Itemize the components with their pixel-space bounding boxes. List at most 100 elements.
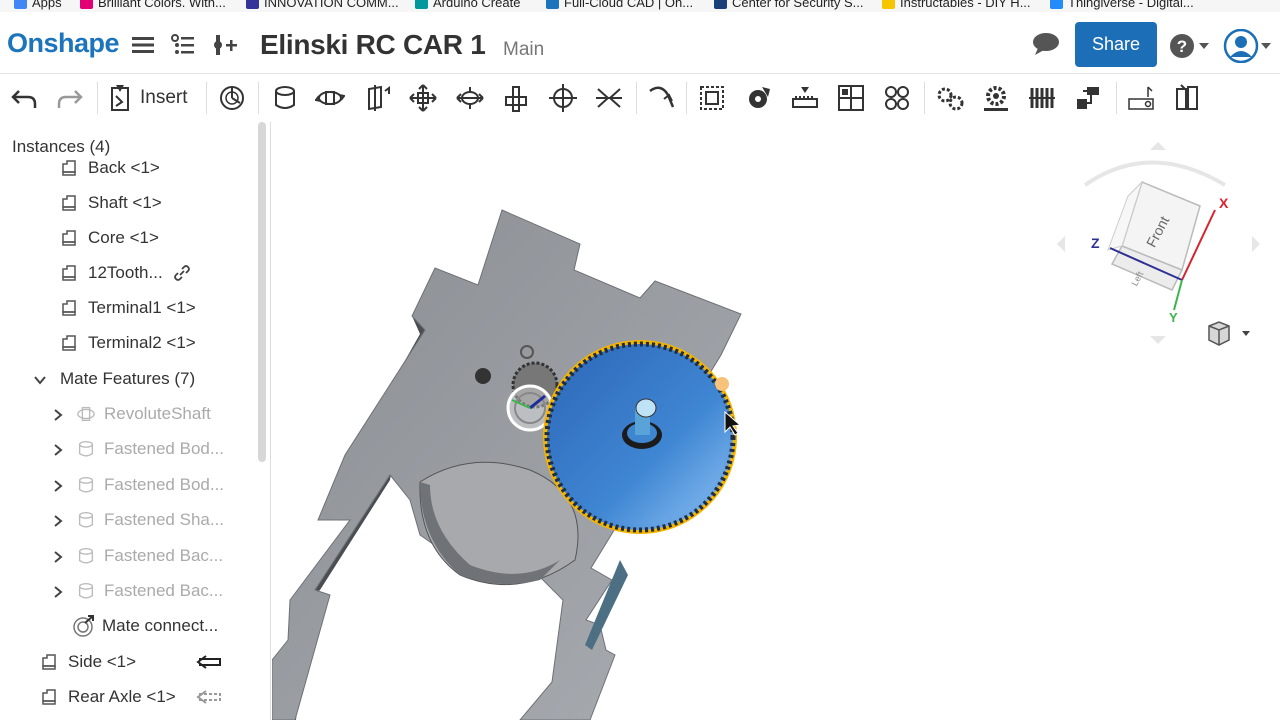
- chevron-right-icon[interactable]: [51, 478, 65, 498]
- section-view-icon[interactable]: [1170, 81, 1204, 115]
- pin-slot-mate-icon[interactable]: [499, 81, 533, 115]
- insert-arrow-icon[interactable]: [196, 654, 222, 675]
- gear-mate-icon[interactable]: [933, 81, 967, 115]
- group-icon[interactable]: [695, 81, 729, 115]
- tree-item[interactable]: Fastened Bod...: [54, 469, 224, 501]
- planar-mate-icon[interactable]: [406, 81, 440, 115]
- rotate-right-arrow-icon[interactable]: [1252, 236, 1260, 252]
- onshape-logo[interactable]: Onshape: [7, 28, 120, 59]
- rack-pinion-icon[interactable]: [788, 81, 822, 115]
- insert-button[interactable]: Insert: [108, 81, 188, 115]
- tree-item[interactable]: Fastened Bod...: [54, 433, 224, 465]
- bookmark-favicon-icon: [882, 0, 895, 9]
- tree-item-label: Mate connect...: [102, 616, 219, 635]
- link-icon[interactable]: [173, 264, 191, 282]
- bookmark-item[interactable]: Arduino Create: [415, 0, 520, 10]
- rollback-arrow-icon[interactable]: [196, 689, 222, 710]
- bookmark-item[interactable]: Full-Cloud CAD | On...: [546, 0, 693, 10]
- feature-list-icon[interactable]: [170, 32, 196, 58]
- circular-pattern-icon[interactable]: [880, 81, 914, 115]
- measure-icon[interactable]: [1124, 81, 1158, 115]
- sidebar-scrollbar[interactable]: [258, 122, 266, 462]
- replicate-icon[interactable]: [1071, 81, 1105, 115]
- part-instance-icon: [60, 193, 80, 213]
- bookmark-label: Instructables - DIY H...: [900, 0, 1031, 10]
- rotate-left-arrow-icon[interactable]: [1057, 236, 1065, 252]
- toolbar-divider: [206, 82, 207, 114]
- rotate-down-arrow-icon[interactable]: [1150, 336, 1166, 344]
- branch-name[interactable]: Main: [503, 39, 544, 61]
- toolbar-divider: [636, 82, 637, 114]
- share-button[interactable]: Share: [1075, 22, 1157, 67]
- rotate-up-arrow-icon[interactable]: [1150, 142, 1166, 150]
- screw-mate-icon[interactable]: [979, 81, 1013, 115]
- tree-item[interactable]: Fastened Bac...: [54, 575, 223, 607]
- view-navigation-cube[interactable]: Front Left X Z Y: [1050, 140, 1265, 350]
- redo-icon[interactable]: [52, 81, 86, 115]
- tree-item-label: Fastened Sha...: [104, 510, 225, 529]
- tree-item[interactable]: RevoluteShaft: [54, 398, 211, 430]
- tree-item[interactable]: Back <1>: [60, 156, 160, 184]
- x-axis-label: X: [1219, 195, 1229, 211]
- tree-item[interactable]: Terminal2 <1>: [60, 327, 196, 359]
- tree-item[interactable]: Fastened Bac...: [54, 540, 223, 572]
- mate-connector-tool-icon[interactable]: [215, 81, 249, 115]
- gear-relation-icon[interactable]: [742, 81, 776, 115]
- part-instance-icon: [40, 652, 60, 672]
- bookmark-item[interactable]: Instructables - DIY H...: [882, 0, 1031, 10]
- user-avatar-icon[interactable]: [1223, 29, 1273, 63]
- document-title[interactable]: Elinski RC CAR 1: [260, 29, 486, 61]
- bookmark-item[interactable]: Brilliant Colors. With...: [80, 0, 226, 10]
- bookmark-item[interactable]: Center for Security S...: [714, 0, 864, 10]
- insert-icon: [111, 85, 129, 111]
- instances-header[interactable]: Instances (4): [12, 137, 110, 157]
- chevron-right-icon[interactable]: [51, 584, 65, 604]
- tangent-mate-icon[interactable]: [644, 81, 678, 115]
- bookmark-item[interactable]: Apps: [14, 0, 62, 10]
- slider-mate-icon[interactable]: [359, 81, 393, 115]
- chevron-right-icon[interactable]: [51, 549, 65, 569]
- fastened-mate-icon[interactable]: [268, 81, 302, 115]
- tree-item[interactable]: Rear Axle <1>: [40, 681, 221, 713]
- help-icon[interactable]: ?: [1169, 33, 1213, 59]
- chevron-right-icon[interactable]: [51, 442, 65, 462]
- comments-icon[interactable]: [1032, 32, 1060, 56]
- rotate-arc-icon[interactable]: [1083, 160, 1227, 187]
- tree-item[interactable]: Side <1>: [40, 646, 221, 678]
- tree-item[interactable]: Mate Features (7): [34, 363, 195, 395]
- bookmark-item[interactable]: INNOVATION COMM...: [246, 0, 399, 10]
- part-instance-icon: [60, 298, 80, 318]
- tree-item-label: Shaft <1>: [88, 193, 162, 212]
- tree-item[interactable]: Terminal1 <1>: [60, 292, 196, 324]
- bookmark-favicon-icon: [714, 0, 727, 9]
- part-instance-icon: [60, 333, 80, 353]
- chevron-down-icon[interactable]: [33, 372, 47, 392]
- instance-list-icon[interactable]: [213, 32, 239, 58]
- tree-item[interactable]: 12Tooth...: [60, 257, 191, 289]
- tree-item-label: Core <1>: [88, 228, 159, 247]
- linear-relation-icon[interactable]: [1025, 81, 1059, 115]
- parallel-mate-icon[interactable]: [592, 81, 626, 115]
- tree-item-label: Side <1>: [68, 652, 137, 671]
- toolbar-divider: [1116, 82, 1117, 114]
- view-options-icon[interactable]: [1205, 320, 1255, 348]
- tree-item[interactable]: Fastened Sha...: [54, 504, 225, 536]
- chevron-right-icon[interactable]: [51, 513, 65, 533]
- cylindrical-mate-icon[interactable]: [453, 81, 487, 115]
- bookmark-label: Arduino Create: [433, 0, 521, 10]
- revolute-mate-icon[interactable]: [313, 81, 347, 115]
- tree-item[interactable]: Shaft <1>: [60, 187, 162, 219]
- chevron-right-icon[interactable]: [51, 407, 65, 427]
- ball-mate-icon[interactable]: [546, 81, 580, 115]
- toolbar-divider: [924, 82, 925, 114]
- tree-item[interactable]: Mate connect...: [72, 610, 218, 642]
- undo-icon[interactable]: [8, 81, 42, 115]
- hamburger-menu-icon[interactable]: [130, 32, 156, 58]
- linear-pattern-icon[interactable]: [834, 81, 868, 115]
- bookmark-label: Center for Security S...: [732, 0, 864, 10]
- bookmark-label: Thingiverse - Digital...: [1068, 0, 1194, 10]
- bookmark-favicon-icon: [1050, 0, 1063, 9]
- bookmark-item[interactable]: Thingiverse - Digital...: [1050, 0, 1194, 10]
- svg-text:?: ?: [1177, 37, 1187, 56]
- tree-item[interactable]: Core <1>: [60, 222, 159, 254]
